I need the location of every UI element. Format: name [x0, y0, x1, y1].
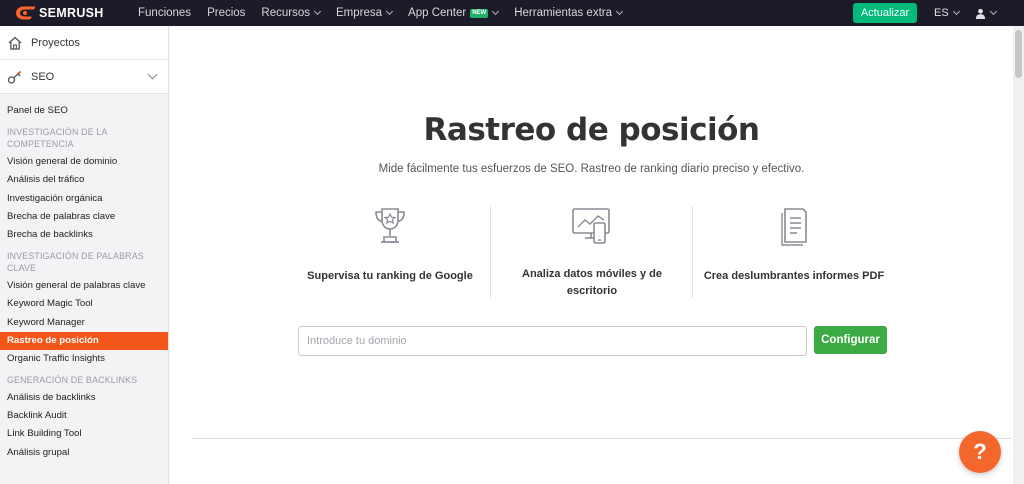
sidebar-item-analisis-backlinks[interactable]: Análisis de backlinks [0, 389, 168, 407]
sidebar-projects-label: Proyectos [31, 36, 80, 49]
nav-label: Recursos [261, 7, 310, 19]
nav-label: Herramientas extra [514, 7, 613, 19]
chevron-down-icon [615, 7, 624, 16]
sidebar-section-backlinks: GENERACIÓN DE BACKLINKS [7, 375, 138, 386]
upgrade-button[interactable]: Actualizar [853, 3, 917, 23]
user-icon [975, 8, 986, 19]
nav-label: Funciones [138, 7, 192, 19]
nav-label: App Center [408, 7, 467, 19]
sidebar-item-vision-general-dominio[interactable]: Visión general de dominio [0, 153, 168, 171]
page-title: Rastreo de posición [423, 112, 760, 148]
nav-label: Empresa [336, 7, 383, 19]
sidebar-item-brecha-palabras-clave[interactable]: Brecha de palabras clave [0, 208, 168, 226]
chevron-down-icon [385, 7, 394, 16]
sidebar-item-backlink-audit[interactable]: Backlink Audit [0, 407, 168, 425]
nav-app-center[interactable]: App Center NEW [408, 7, 500, 19]
main-content: Rastreo de posición Mide fácilmente tus … [170, 26, 1013, 484]
nav-herramientas-extra[interactable]: Herramientas extra [514, 7, 624, 19]
sidebar-item-keyword-manager[interactable]: Keyword Manager [0, 314, 168, 332]
page-scrollbar[interactable] [1013, 26, 1024, 484]
sidebar-item-brecha-backlinks[interactable]: Brecha de backlinks [0, 226, 168, 244]
top-navigation-bar: SEMRUSH Funciones Precios Recursos Empre… [0, 0, 1024, 26]
feature-divider [490, 206, 491, 298]
feature-mobile-desktop: Analiza datos móviles y de escritorio [492, 206, 692, 300]
semrush-flame-icon [16, 6, 36, 20]
chevron-down-icon [313, 7, 322, 16]
language-label: ES [934, 7, 949, 19]
document-icon [781, 208, 807, 246]
trophy-icon [375, 208, 405, 243]
sidebar-item-seo[interactable]: SEO [0, 60, 168, 94]
help-button[interactable]: ? [959, 431, 1001, 473]
main-nav: Funciones Precios Recursos Empresa App C… [138, 7, 638, 19]
nav-funciones[interactable]: Funciones [138, 7, 191, 19]
chevron-down-icon [989, 7, 998, 16]
feature-label-line-1: Analiza datos móviles y de [522, 268, 662, 280]
sidebar-section-palabras-clave: INVESTIGACIÓN DE PALABRAS CLAVE [7, 251, 144, 274]
page-subtitle: Mide fácilmente tus esfuerzos de SEO. Ra… [378, 163, 805, 175]
user-menu[interactable] [975, 0, 998, 26]
feature-label: Supervisa tu ranking de Google [307, 270, 473, 282]
semrush-logo[interactable]: SEMRUSH [14, 6, 126, 20]
sidebar-item-projects[interactable]: Proyectos [0, 26, 168, 60]
feature-label: Crea deslumbrantes informes PDF [703, 270, 885, 282]
sidebar-item-link-building-tool[interactable]: Link Building Tool [0, 425, 168, 443]
feature-divider [692, 206, 693, 298]
sidebar-section-competencia: INVESTIGACIÓN DE LA COMPETENCIA [7, 127, 108, 150]
sidebar-top: Proyectos SEO [0, 26, 168, 94]
desktop-mobile-icon [572, 208, 610, 244]
new-badge: NEW [470, 8, 489, 18]
chevron-down-icon [147, 69, 158, 80]
sidebar-item-rastreo-posicion[interactable]: Rastreo de posición [0, 331, 168, 350]
nav-empresa[interactable]: Empresa [336, 7, 394, 19]
sidebar-item-vision-general-palabras[interactable]: Visión general de palabras clave [0, 277, 168, 295]
sidebar-item-analisis-grupal[interactable]: Análisis grupal [0, 444, 168, 462]
sidebar: Proyectos SEO Panel de SEO INVESTIGACIÓN… [0, 26, 169, 484]
scrollbar-thumb[interactable] [1015, 30, 1022, 78]
feature-pdf-reports: Crea deslumbrantes informes PDF [694, 206, 894, 285]
sidebar-item-keyword-magic-tool[interactable]: Keyword Magic Tool [0, 295, 168, 313]
logo-text: SEMRUSH [39, 6, 104, 20]
sidebar-item-analisis-trafico[interactable]: Análisis del tráfico [0, 171, 168, 189]
section-divider [192, 438, 1012, 439]
configure-button[interactable]: Configurar [814, 326, 887, 354]
chevron-down-icon [952, 7, 960, 16]
language-selector[interactable]: ES [934, 0, 960, 26]
sidebar-seo-label: SEO [31, 70, 55, 83]
nav-label: Precios [207, 7, 246, 19]
home-icon [8, 36, 22, 50]
sidebar-item-organic-traffic-insights[interactable]: Organic Traffic Insights [0, 350, 168, 368]
sidebar-tool-list: Panel de SEO INVESTIGACIÓN DE LA COMPETE… [0, 94, 168, 462]
domain-input[interactable] [298, 326, 807, 356]
feature-label-line-2: escritorio [566, 285, 618, 297]
sidebar-item-investigacion-organica[interactable]: Investigación orgánica [0, 190, 168, 208]
nav-recursos[interactable]: Recursos [261, 7, 322, 19]
feature-ranking: Supervisa tu ranking de Google [290, 206, 490, 285]
chevron-down-icon [492, 7, 500, 16]
sidebar-item-panel-de-seo[interactable]: Panel de SEO [0, 102, 168, 120]
nav-precios[interactable]: Precios [207, 7, 245, 19]
seo-key-icon [7, 70, 21, 84]
